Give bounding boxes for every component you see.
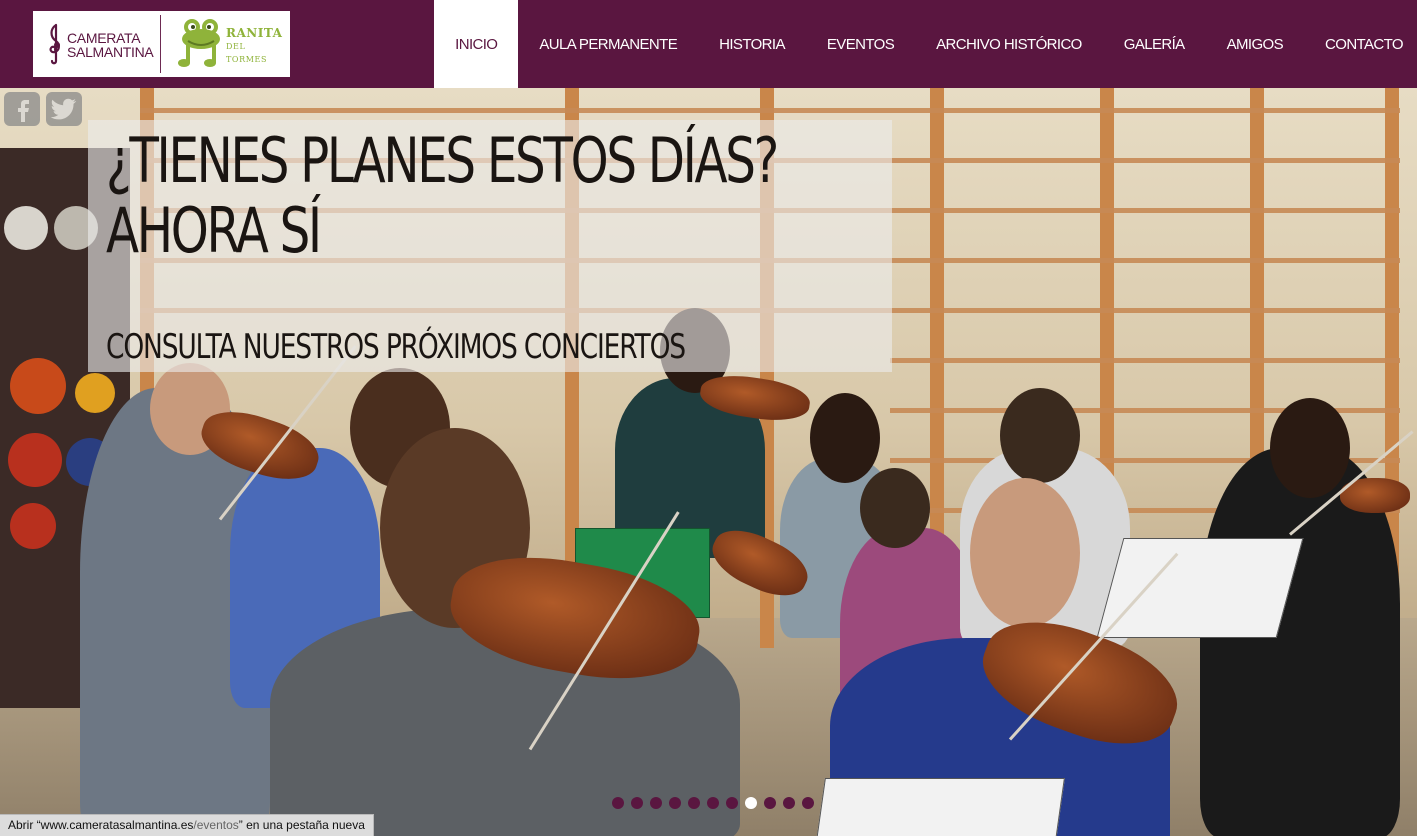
slider-dot[interactable]	[764, 797, 776, 809]
ball	[10, 358, 66, 414]
wall-rung	[890, 358, 1400, 363]
music-stand	[815, 778, 1065, 836]
slider-dot[interactable]	[669, 797, 681, 809]
ranita-logo[interactable]: RANITA DEL TORMES	[178, 17, 283, 71]
student-head	[860, 468, 930, 548]
status-path: /eventos	[193, 818, 239, 832]
slider-dot[interactable]	[802, 797, 814, 809]
social-links	[4, 92, 82, 126]
logo-line-2: SALMANTINA	[67, 44, 154, 60]
student-head	[810, 393, 880, 483]
browser-status-bar: Abrir “www.cameratasalmantina.es/eventos…	[0, 814, 374, 836]
student-head	[970, 478, 1080, 628]
student-head	[1000, 388, 1080, 483]
slide-title: ¿TIENES PLANES ESTOS DÍAS? AHORA SÍ	[106, 126, 886, 266]
slider-dot[interactable]	[707, 797, 719, 809]
ball	[10, 503, 56, 549]
slider-dot[interactable]	[631, 797, 643, 809]
slide-caption[interactable]: ¿TIENES PLANES ESTOS DÍAS? AHORA SÍ CONS…	[88, 120, 892, 372]
nav-item-eventos[interactable]: EVENTOS	[806, 0, 915, 88]
logo-divider	[160, 15, 161, 73]
nav-item-galeria[interactable]: GALERÍA	[1103, 0, 1206, 88]
wall-rung	[140, 108, 1400, 113]
treble-clef-icon	[49, 23, 60, 65]
facebook-glyph	[18, 100, 29, 122]
twitter-icon[interactable]	[46, 92, 82, 126]
slide-title-line-2: AHORA SÍ	[106, 194, 322, 267]
nav-item-aula-permanente[interactable]: AULA PERMANENTE	[518, 0, 698, 88]
ball	[75, 373, 115, 413]
music-stand	[1096, 538, 1304, 638]
slider-dot[interactable]	[612, 797, 624, 809]
frog-icon	[178, 19, 220, 67]
main-nav: INICIO AULA PERMANENTE HISTORIA EVENTOS …	[434, 0, 1417, 88]
nav-item-archivo-historico[interactable]: ARCHIVO HISTÓRICO	[915, 0, 1103, 88]
logo-line-1: CAMERATA	[67, 30, 141, 46]
ranita-line-2: DEL TORMES	[226, 42, 268, 64]
student-head	[1270, 398, 1350, 498]
slider-dot[interactable]	[745, 797, 757, 809]
status-suffix: ” en una pestaña nueva	[238, 818, 365, 832]
site-header: CAMERATA SALMANTINA RANITA DEL TORMES IN…	[0, 0, 1417, 88]
slider-dot[interactable]	[688, 797, 700, 809]
status-open-text: Abrir “	[8, 818, 41, 832]
slide-subtitle-link[interactable]: CONSULTA NUESTROS PRÓXIMOS CONCIERTOS	[106, 327, 686, 367]
slider-dot[interactable]	[650, 797, 662, 809]
slider-dot[interactable]	[783, 797, 795, 809]
nav-item-contacto[interactable]: CONTACTO	[1304, 0, 1417, 88]
camerata-wordmark: CAMERATA SALMANTINA	[67, 30, 154, 60]
ball	[4, 206, 48, 250]
logo[interactable]: CAMERATA SALMANTINA RANITA DEL TORMES	[33, 11, 290, 77]
nav-item-inicio[interactable]: INICIO	[434, 0, 519, 88]
slider-pagination	[612, 797, 814, 809]
slide-title-line-1: ¿TIENES PLANES ESTOS DÍAS?	[106, 124, 779, 197]
twitter-glyph	[50, 98, 77, 120]
camerata-logo[interactable]: CAMERATA SALMANTINA	[43, 19, 161, 69]
ranita-line-1: RANITA	[226, 26, 283, 40]
nav-item-historia[interactable]: HISTORIA	[698, 0, 806, 88]
status-domain: www.cameratasalmantina.es	[40, 818, 194, 832]
ball	[8, 433, 62, 487]
ranita-wordmark: RANITA DEL TORMES	[226, 27, 283, 66]
slider-dot[interactable]	[726, 797, 738, 809]
nav-item-amigos[interactable]: AMIGOS	[1206, 0, 1304, 88]
facebook-icon[interactable]	[4, 92, 40, 126]
